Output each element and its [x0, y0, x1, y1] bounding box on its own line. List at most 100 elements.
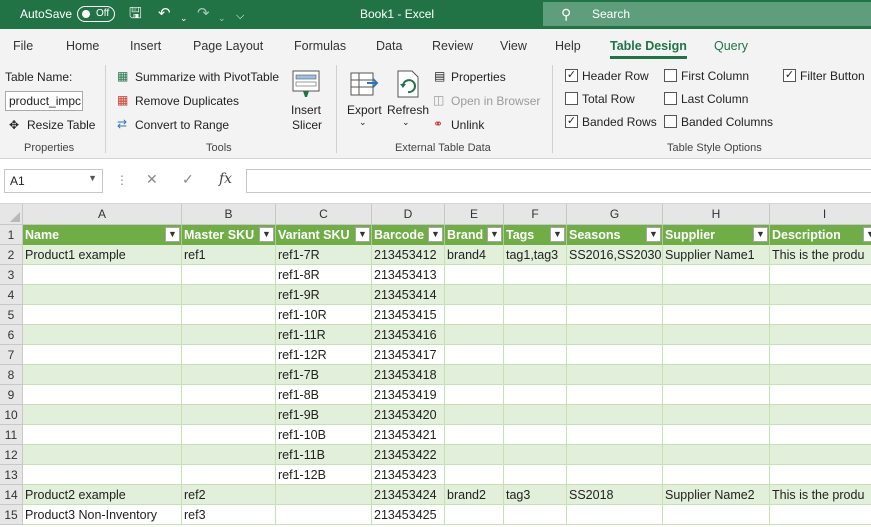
table-header-cell[interactable]: Barcode ▼: [372, 225, 445, 245]
table-cell[interactable]: [567, 305, 663, 325]
table-cell[interactable]: [182, 465, 276, 485]
table-cell[interactable]: [663, 465, 770, 485]
row-header[interactable]: 14: [0, 485, 23, 505]
table-cell[interactable]: [182, 325, 276, 345]
worksheet-grid[interactable]: A B C D E F G H I 1 Name ▼ Master SKU ▼ Variant SKU ▼ Ba…: [0, 203, 871, 527]
tab-home[interactable]: Home: [66, 39, 99, 53]
table-cell[interactable]: [770, 285, 871, 305]
row-header[interactable]: 2: [0, 245, 23, 265]
redo-icon[interactable]: ↷: [197, 4, 210, 24]
table-cell[interactable]: [770, 445, 871, 465]
table-cell[interactable]: [182, 385, 276, 405]
table-cell[interactable]: ref1-11B: [276, 445, 372, 465]
table-cell[interactable]: This is the produ: [770, 485, 871, 505]
table-cell[interactable]: [445, 425, 504, 445]
table-cell[interactable]: ref1-11R: [276, 325, 372, 345]
row-header[interactable]: 11: [0, 425, 23, 445]
tab-file[interactable]: File: [13, 39, 33, 53]
formula-input[interactable]: [246, 169, 871, 193]
insert-slicer-label-1[interactable]: Insert: [291, 103, 321, 117]
table-cell[interactable]: [663, 345, 770, 365]
total-row-checkbox[interactable]: [565, 92, 578, 105]
table-cell[interactable]: [23, 285, 182, 305]
table-cell[interactable]: [663, 405, 770, 425]
table-cell[interactable]: ref1-9B: [276, 405, 372, 425]
row-header[interactable]: 3: [0, 265, 23, 285]
filter-dropdown-icon[interactable]: ▼: [428, 227, 443, 242]
row-header[interactable]: 10: [0, 405, 23, 425]
table-cell[interactable]: [504, 465, 567, 485]
tab-table-design[interactable]: Table Design: [610, 39, 687, 59]
table-cell[interactable]: [567, 345, 663, 365]
table-cell[interactable]: [567, 445, 663, 465]
table-cell[interactable]: [770, 425, 871, 445]
table-cell[interactable]: [770, 325, 871, 345]
table-cell[interactable]: [567, 365, 663, 385]
table-cell[interactable]: [23, 405, 182, 425]
table-cell[interactable]: Product3 Non-Inventory: [23, 505, 182, 525]
table-cell[interactable]: [23, 465, 182, 485]
table-cell[interactable]: [445, 265, 504, 285]
table-cell[interactable]: Supplier Name1: [663, 245, 770, 265]
row-header[interactable]: 5: [0, 305, 23, 325]
row-header[interactable]: 4: [0, 285, 23, 305]
table-cell[interactable]: 213453425: [372, 505, 445, 525]
table-cell[interactable]: [663, 425, 770, 445]
table-header-cell[interactable]: Description ▼: [770, 225, 871, 245]
table-cell[interactable]: [182, 285, 276, 305]
filter-dropdown-icon[interactable]: ▼: [259, 227, 274, 242]
row-header[interactable]: 9: [0, 385, 23, 405]
column-header-f[interactable]: F: [504, 204, 567, 225]
table-cell[interactable]: [770, 305, 871, 325]
last-column-checkbox[interactable]: [664, 92, 677, 105]
table-cell[interactable]: 213453413: [372, 265, 445, 285]
row-header[interactable]: 8: [0, 365, 23, 385]
table-header-cell[interactable]: Variant SKU ▼: [276, 225, 372, 245]
tab-review[interactable]: Review: [432, 39, 473, 53]
table-header-cell[interactable]: Brand ▼: [445, 225, 504, 245]
table-cell[interactable]: [504, 285, 567, 305]
table-header-cell[interactable]: Name ▼: [23, 225, 182, 245]
undo-dropdown-icon[interactable]: ⌄: [180, 8, 188, 28]
table-cell[interactable]: Product2 example: [23, 485, 182, 505]
enter-icon[interactable]: ✓: [182, 171, 194, 188]
table-cell[interactable]: [770, 505, 871, 525]
table-cell[interactable]: [182, 365, 276, 385]
table-cell[interactable]: [504, 345, 567, 365]
table-cell[interactable]: ref1-8R: [276, 265, 372, 285]
column-header-c[interactable]: C: [276, 204, 372, 225]
table-cell[interactable]: [182, 265, 276, 285]
table-cell[interactable]: [23, 385, 182, 405]
tab-formulas[interactable]: Formulas: [294, 39, 346, 53]
table-cell[interactable]: [23, 305, 182, 325]
table-cell[interactable]: [23, 425, 182, 445]
tab-insert[interactable]: Insert: [130, 39, 161, 53]
column-header-e[interactable]: E: [445, 204, 504, 225]
open-in-browser-button[interactable]: Open in Browser: [451, 94, 540, 108]
refresh-button[interactable]: Refresh: [387, 103, 429, 117]
table-header-cell[interactable]: Tags ▼: [504, 225, 567, 245]
table-cell[interactable]: [770, 345, 871, 365]
table-cell[interactable]: 213453418: [372, 365, 445, 385]
table-cell[interactable]: ref1-10B: [276, 425, 372, 445]
table-cell[interactable]: brand2: [445, 485, 504, 505]
table-header-cell[interactable]: Master SKU ▼: [182, 225, 276, 245]
table-cell[interactable]: [663, 365, 770, 385]
table-cell[interactable]: [504, 425, 567, 445]
table-cell[interactable]: [770, 365, 871, 385]
summarize-pivottable-button[interactable]: Summarize with PivotTable: [135, 70, 279, 84]
table-cell[interactable]: ref1-12B: [276, 465, 372, 485]
cancel-icon[interactable]: ✕: [146, 171, 158, 188]
filter-button-checkbox[interactable]: ✓: [783, 69, 796, 82]
table-cell[interactable]: [182, 445, 276, 465]
row-header[interactable]: 7: [0, 345, 23, 365]
table-cell[interactable]: [663, 505, 770, 525]
search-box[interactable]: ⚲ Search: [543, 2, 871, 26]
table-header-cell[interactable]: Seasons ▼: [567, 225, 663, 245]
table-cell[interactable]: [445, 465, 504, 485]
table-cell[interactable]: 213453417: [372, 345, 445, 365]
table-cell[interactable]: brand4: [445, 245, 504, 265]
table-cell[interactable]: [504, 365, 567, 385]
column-header-d[interactable]: D: [372, 204, 445, 225]
column-header-b[interactable]: B: [182, 204, 276, 225]
